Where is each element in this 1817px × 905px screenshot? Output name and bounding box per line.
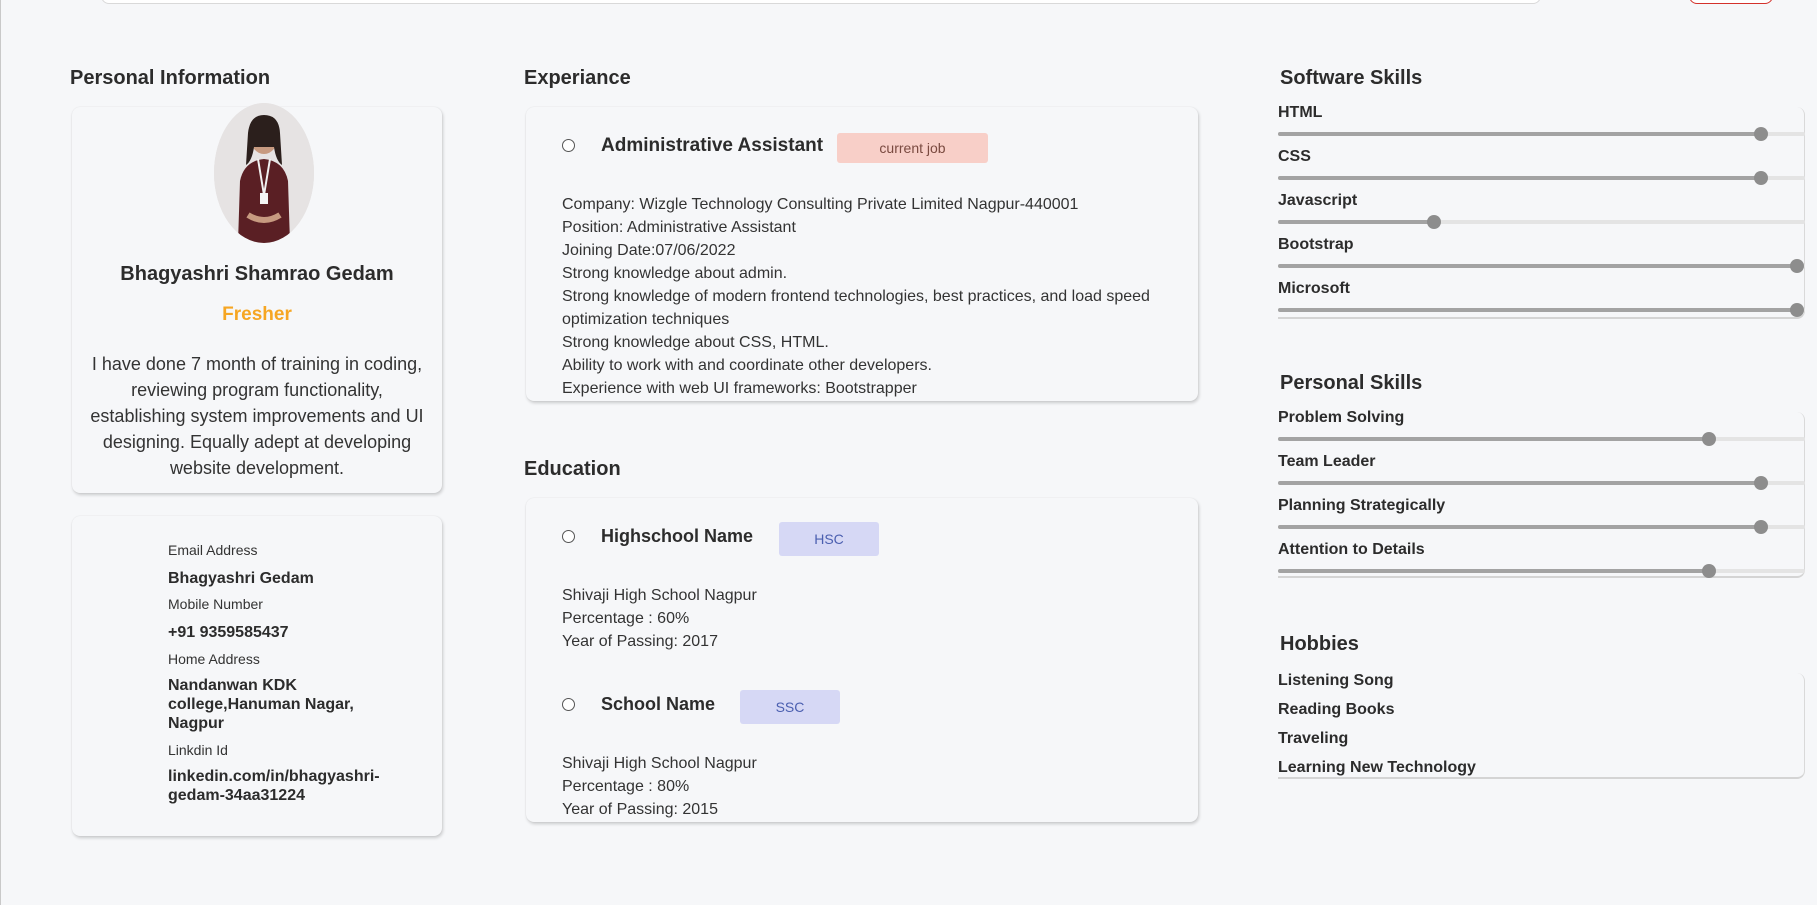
hobby-item: Traveling (1278, 730, 1349, 747)
slider-thumb[interactable] (1754, 520, 1768, 534)
education-percentage: Percentage : 60% (562, 610, 690, 627)
profile-name: Bhagyashri Shamrao Gedam (120, 263, 394, 285)
hobby-item: Learning New Technology (1278, 759, 1476, 776)
education-radio-ssc[interactable] (562, 698, 575, 711)
education-name: School Name (601, 694, 716, 714)
software-skills-title: Software Skills (1280, 67, 1423, 89)
skill-label: Bootstrap (1278, 236, 1354, 253)
skill-slider[interactable] (1278, 126, 1805, 142)
skill-slider[interactable] (1278, 214, 1805, 230)
address-value: Nandanwan KDK college,Hanuman Nagar, Nag… (168, 677, 354, 732)
job-title: Administrative Assistant (601, 135, 824, 156)
education-title: Education (524, 458, 621, 480)
slider-fill (1278, 308, 1797, 312)
experience-radio[interactable] (562, 139, 575, 152)
skill-label: CSS (1278, 148, 1311, 165)
linkedin-value[interactable]: linkedin.com/in/bhagyashri-gedam-34aa312… (168, 767, 408, 805)
slider-fill (1278, 176, 1761, 180)
linkedin-label: Linkdin Id (168, 742, 228, 758)
profile-role: Fresher (222, 304, 292, 325)
profile-bio: I have done 7 month of training in codin… (90, 354, 424, 478)
skill-label: Planning Strategically (1278, 497, 1446, 514)
slider-fill (1278, 569, 1709, 573)
slider-thumb[interactable] (1702, 564, 1716, 578)
education-radio-hsc[interactable] (562, 530, 575, 543)
email-label: Email Address (168, 542, 258, 558)
slider-thumb[interactable] (1790, 303, 1804, 317)
slider-thumb[interactable] (1427, 215, 1441, 229)
hobby-item: Reading Books (1278, 701, 1395, 718)
experience-line: Strong knowledge about admin. (562, 265, 788, 282)
slider-thumb[interactable] (1754, 127, 1768, 141)
experience-line: Joining Date:07/06/2022 (562, 242, 736, 259)
slider-fill (1278, 132, 1761, 136)
education-year: Year of Passing: 2017 (562, 633, 718, 650)
skill-slider[interactable] (1278, 519, 1805, 535)
skill-slider[interactable] (1278, 170, 1805, 186)
slider-fill (1278, 525, 1761, 529)
hsc-badge: HSC (779, 522, 879, 556)
slider-thumb[interactable] (1790, 259, 1804, 273)
experience-line: Strong knowledge of modern frontend tech… (562, 288, 1150, 328)
profile-avatar (214, 103, 314, 243)
ssc-badge: SSC (740, 690, 840, 724)
top-search-bar[interactable] (101, 0, 1541, 4)
skill-label: Problem Solving (1278, 409, 1405, 426)
experience-line: Position: Administrative Assistant (562, 219, 796, 236)
experience-card: Administrative Assistant current job Com… (526, 107, 1198, 401)
skill-label: Team Leader (1278, 453, 1376, 470)
experience-line: Strong knowledge about CSS, HTML. (562, 334, 829, 351)
mobile-value: +91 9359585437 (168, 624, 289, 641)
contact-card: Email Address Bhagyashri Gedam Mobile Nu… (72, 516, 442, 836)
education-card: Highschool Name HSC Shivaji High School … (526, 498, 1198, 822)
education-school: Shivaji High School Nagpur (562, 587, 757, 604)
email-value: Bhagyashri Gedam (168, 570, 314, 587)
slider-thumb[interactable] (1754, 171, 1768, 185)
mobile-label: Mobile Number (168, 596, 263, 612)
education-percentage: Percentage : 80% (562, 778, 690, 795)
skill-slider[interactable] (1278, 563, 1805, 579)
person-photo-icon (214, 103, 314, 243)
skill-label: Microsoft (1278, 280, 1350, 297)
skill-slider[interactable] (1278, 258, 1805, 274)
personal-skills-title: Personal Skills (1280, 372, 1423, 394)
profile-card: Bhagyashri Shamrao Gedam Fresher I have … (72, 103, 442, 493)
skill-slider[interactable] (1278, 431, 1805, 447)
experience-line: Experience with web UI frameworks: Boots… (562, 380, 917, 397)
slider-thumb[interactable] (1754, 476, 1768, 490)
current-job-badge: current job (837, 133, 988, 163)
education-school: Shivaji High School Nagpur (562, 755, 757, 772)
personal-info-title: Personal Information (70, 67, 271, 89)
skill-label: Attention to Details (1278, 541, 1425, 558)
skill-label: Javascript (1278, 192, 1358, 209)
slider-fill (1278, 220, 1434, 224)
experience-line: Ability to work with and coordinate othe… (562, 357, 932, 374)
top-action-button[interactable] (1689, 0, 1773, 4)
hobbies-title: Hobbies (1280, 633, 1359, 655)
skill-slider[interactable] (1278, 475, 1805, 491)
experience-line: Company: Wizgle Technology Consulting Pr… (562, 196, 1079, 213)
hobby-item: Listening Song (1278, 672, 1394, 689)
address-label: Home Address (168, 651, 260, 667)
slider-fill (1278, 481, 1761, 485)
education-year: Year of Passing: 2015 (562, 801, 718, 818)
slider-fill (1278, 264, 1797, 268)
experience-details: Company: Wizgle Technology Consulting Pr… (562, 193, 1162, 400)
education-name: Highschool Name (601, 526, 754, 546)
skill-label: HTML (1278, 104, 1323, 121)
experience-title: Experiance (524, 67, 631, 89)
slider-thumb[interactable] (1702, 432, 1716, 446)
skill-slider[interactable] (1278, 302, 1805, 318)
slider-fill (1278, 437, 1709, 441)
